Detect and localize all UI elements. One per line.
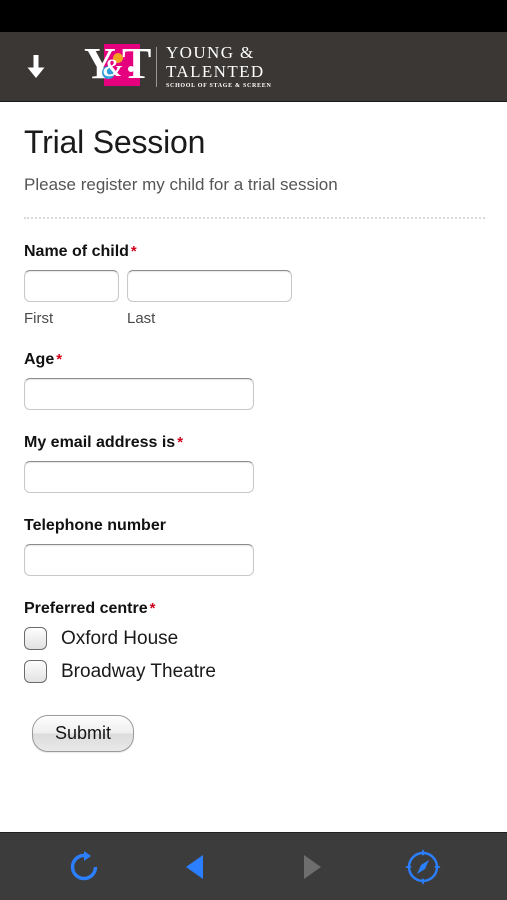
logo-mark-icon: Y & T [84,38,152,90]
label-text: My email address is [24,434,176,451]
radio-label: Broadway Theatre [61,660,216,682]
submit-button[interactable]: Submit [32,715,135,752]
page-subtitle: Please register my child for a trial ses… [24,175,338,194]
down-arrow-icon[interactable] [12,43,60,91]
first-name-column: First [24,270,119,327]
logo-line-2: TALENTED [166,62,265,81]
label-text: Telephone number [24,517,166,534]
label-telephone: Telephone number [24,517,483,535]
logo-wordmark: YOUNG & TALENTED SCHOOL OF STAGE & SCREE… [166,44,272,89]
radio-unchecked-icon[interactable] [24,660,47,683]
logo-ampersand: & [103,54,123,82]
age-input[interactable] [24,378,254,410]
label-email: My email address is * [24,434,483,452]
radio-option-oxford-house[interactable]: Oxford House [24,627,483,650]
field-email: My email address is * [24,434,483,493]
site-header: Y & T YOUNG & TALENTED SCHOOL OF STAGE &… [0,32,507,102]
field-preferred-centre: Preferred centre * Oxford House Broadway … [24,600,483,683]
forward-icon [282,842,338,892]
first-name-sublabel: First [24,310,54,327]
logo-tagline: SCHOOL OF STAGE & SCREEN [166,83,272,89]
radio-unchecked-icon[interactable] [24,627,47,650]
browser-toolbar [0,832,507,900]
telephone-input[interactable] [24,544,254,576]
field-name-of-child: Name of child * First Last [24,243,483,327]
required-asterisk: * [56,351,63,368]
logo-divider [156,46,157,87]
page-title: Trial Session [24,124,206,160]
field-telephone: Telephone number [24,517,483,576]
required-asterisk: * [177,434,184,451]
logo-letter-t: T [122,38,152,88]
back-icon[interactable] [169,842,225,892]
reload-icon[interactable] [56,842,112,892]
logo-white-dot [128,65,134,72]
status-bar [0,0,507,32]
label-text: Age [24,351,55,368]
field-age: Age * [24,351,483,410]
section-divider [24,217,485,219]
name-input-row: First Last [24,270,483,327]
required-asterisk: * [130,243,137,260]
label-age: Age * [24,351,483,369]
app-screen: Y & T YOUNG & TALENTED SCHOOL OF STAGE &… [0,0,507,900]
logo-line-1: YOUNG & [166,43,255,62]
radio-group-preferred-centre: Oxford House Broadway Theatre [24,627,483,683]
email-input[interactable] [24,461,254,493]
page-content: Trial Session Please register my child f… [0,102,507,832]
label-text: Name of child [24,243,129,260]
label-preferred-centre: Preferred centre * [24,600,483,618]
site-logo[interactable]: Y & T YOUNG & TALENTED SCHOOL OF STAGE &… [84,38,272,90]
required-asterisk: * [149,600,156,617]
label-text: Preferred centre [24,600,148,617]
compass-icon[interactable] [395,842,451,892]
submit-row: Submit [24,715,483,752]
first-name-input[interactable] [24,270,119,302]
last-name-sublabel: Last [127,310,156,327]
last-name-column: Last [127,270,292,327]
radio-option-broadway-theatre[interactable]: Broadway Theatre [24,660,483,683]
label-name-of-child: Name of child * [24,243,483,261]
radio-label: Oxford House [61,627,179,649]
last-name-input[interactable] [127,270,292,302]
